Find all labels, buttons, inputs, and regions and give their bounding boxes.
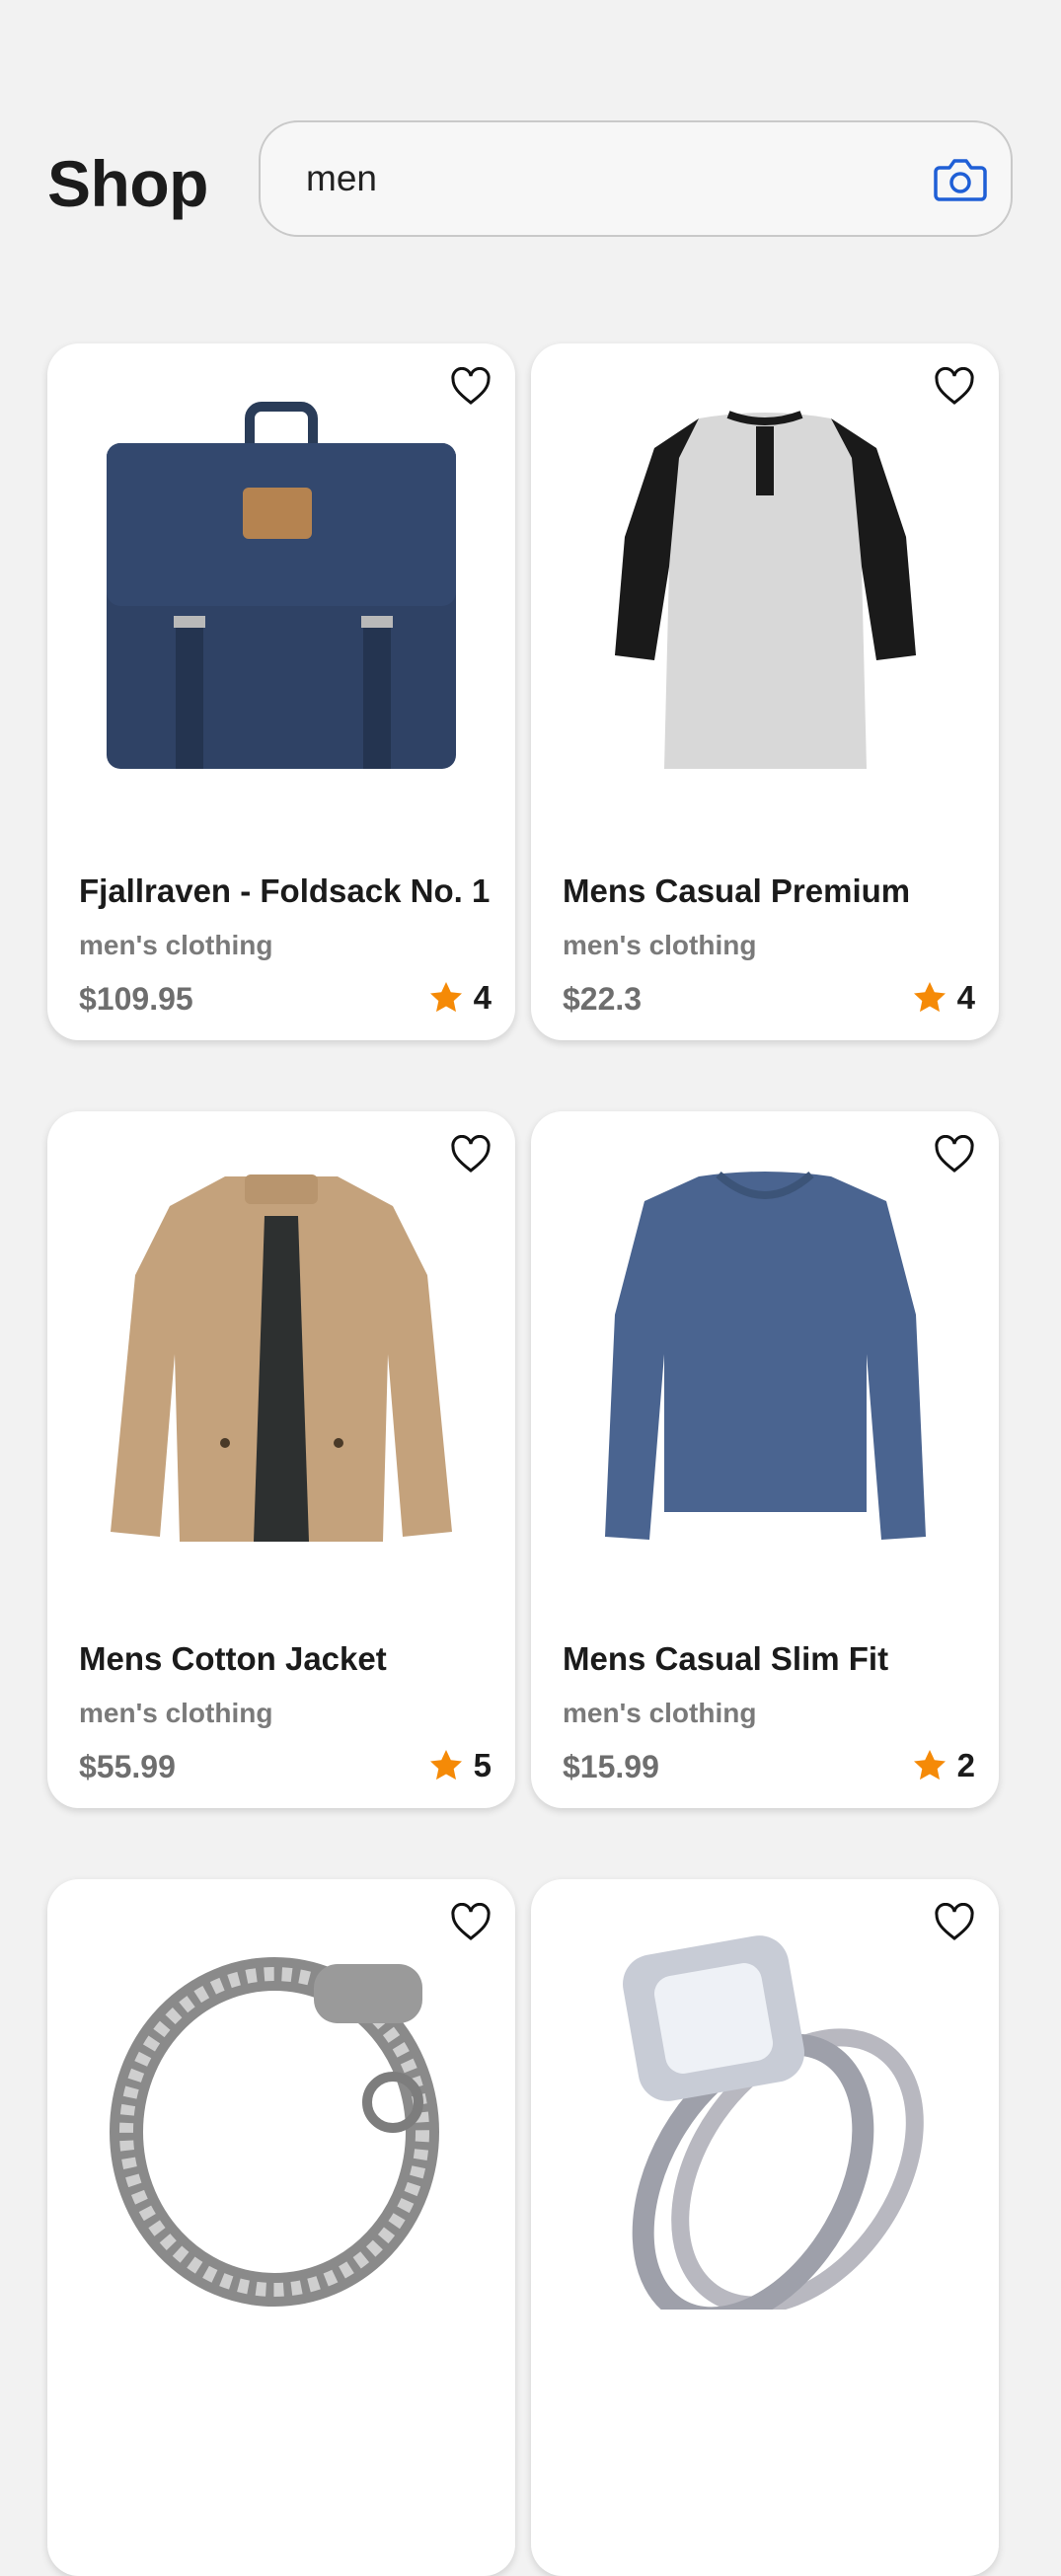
product-card[interactable]: [47, 1879, 515, 2576]
product-category: men's clothing: [79, 930, 273, 960]
diamond-ring-image: [623, 1935, 924, 2310]
longsleeve-tee-image: [605, 1171, 926, 1540]
product-category: men's clothing: [563, 930, 757, 960]
product-card[interactable]: Mens Casual Slim Fit men's clothing $15.…: [531, 1111, 999, 1808]
product-rating: 4: [428, 979, 492, 1017]
backpack-image: [107, 402, 456, 769]
dragon-bracelet-image: [110, 1957, 439, 2307]
product-card[interactable]: Fjallraven - Foldsack No. 1 men's clothi…: [47, 343, 515, 1040]
page-title: Shop: [47, 147, 208, 220]
rating-value: 5: [473, 1747, 492, 1783]
search-bar[interactable]: men: [259, 120, 1013, 237]
product-card[interactable]: Mens Casual Premium men's clothing $22.3…: [531, 343, 999, 1040]
product-name: Fjallraven - Foldsack No. 1: [79, 872, 491, 909]
product-category: men's clothing: [563, 1698, 757, 1728]
search-input[interactable]: men: [306, 158, 377, 199]
product-name: Mens Casual Premium: [563, 872, 911, 909]
rating-value: 4: [956, 979, 975, 1016]
product-price: $55.99: [79, 1749, 176, 1784]
star-icon: [429, 982, 462, 1013]
rating-value: 4: [473, 979, 492, 1016]
star-icon: [913, 982, 946, 1013]
star-icon: [913, 1750, 946, 1780]
product-rating: 4: [912, 979, 975, 1017]
product-rating: 5: [428, 1747, 492, 1784]
product-price: $15.99: [563, 1749, 659, 1784]
product-name: Mens Casual Slim Fit: [563, 1640, 889, 1677]
product-card[interactable]: Mens Cotton Jacket men's clothing $55.99…: [47, 1111, 515, 1808]
product-category: men's clothing: [79, 1698, 273, 1728]
jacket-image: [111, 1174, 452, 1542]
camera-icon[interactable]: [934, 154, 987, 203]
product-rating: 2: [912, 1747, 975, 1784]
raglan-shirt-image: [615, 411, 916, 769]
product-name: Mens Cotton Jacket: [79, 1640, 387, 1677]
header: Shop men: [0, 0, 1061, 296]
star-icon: [429, 1750, 462, 1780]
product-price: $22.3: [563, 981, 643, 1017]
rating-value: 2: [956, 1747, 975, 1783]
product-price: $109.95: [79, 981, 193, 1017]
product-card[interactable]: [531, 1879, 999, 2576]
